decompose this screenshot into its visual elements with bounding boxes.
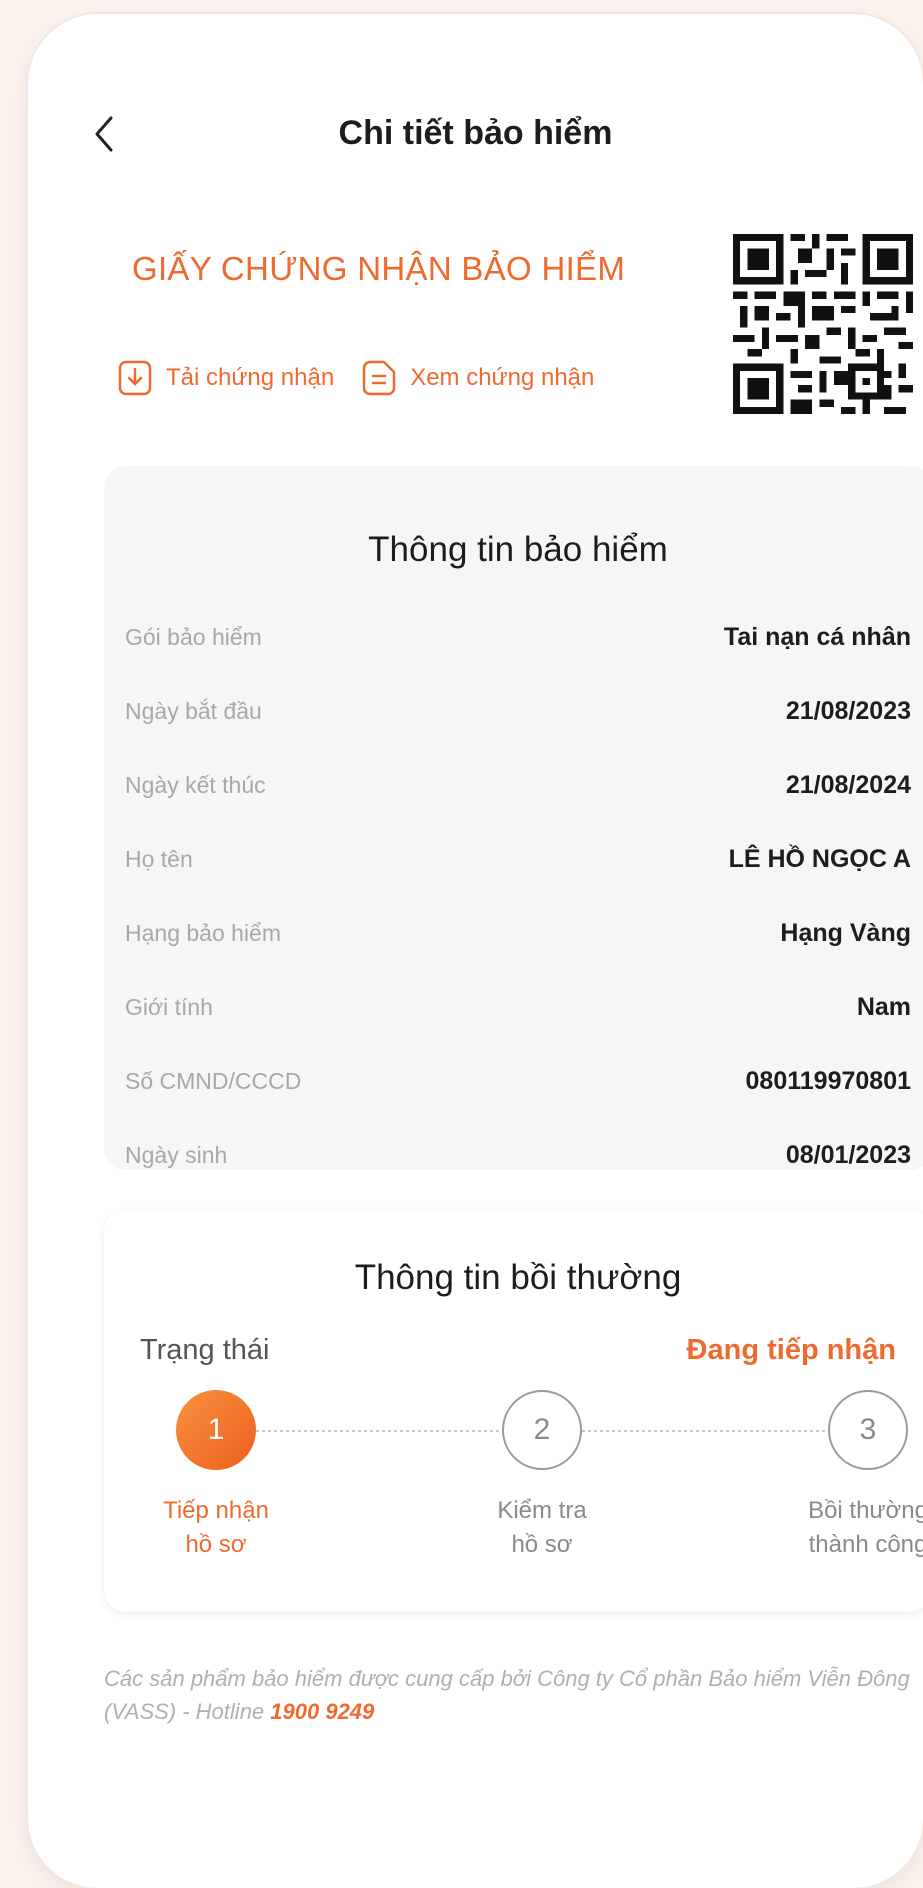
info-row-package: Gói bảo hiểm Tai nạn cá nhân [104, 600, 923, 674]
row-value: 08/01/2023 [785, 1140, 911, 1169]
download-certificate-button[interactable]: Tải chứng nhận [118, 360, 334, 396]
step-1-label-line1: Tiếp nhận [163, 1497, 269, 1524]
step-3-label: Bồi thường thành công [768, 1494, 923, 1562]
download-certificate-label: Tải chứng nhận [166, 364, 335, 391]
row-label: Họ tên [125, 845, 193, 872]
info-row-end-date: Ngày kết thúc 21/08/2024 [104, 748, 923, 822]
view-certificate-label: Xem chứng nhận [410, 364, 595, 391]
step-3-circle: 3 [828, 1390, 908, 1470]
row-label: Ngày kết thúc [125, 771, 266, 798]
info-row-tier: Hạng bảo hiểm Hạng Vàng [104, 896, 923, 970]
row-label: Số CMND/CCCD [125, 1067, 302, 1094]
page-title: Chi tiết bảo hiểm [338, 114, 613, 152]
document-icon [362, 360, 396, 396]
claim-info-card: Thông tin bồi thường Trạng thái Đang tiế… [104, 1210, 923, 1612]
claim-stepper: 1 2 3 Tiếp nhận hồ sơ Kiểm tra hồ sơ Bồi… [104, 1390, 923, 1590]
footer-text: Các sản phẩm bảo hiểm được cung cấp bởi … [104, 1666, 910, 1724]
certificate-title: GIẤY CHỨNG NHẬN BẢO HIỂM [132, 250, 626, 287]
row-label: Giới tính [125, 993, 213, 1020]
info-row-start-date: Ngày bắt đầu 21/08/2023 [104, 674, 923, 748]
row-label: Hạng bảo hiểm [125, 919, 281, 946]
row-value: 21/08/2024 [785, 770, 911, 799]
header: Chi tiết bảo hiểm [28, 94, 923, 174]
claim-status-value: Đang tiếp nhận [686, 1334, 896, 1366]
phone-screen: Chi tiết bảo hiểm GIẤY CHỨNG NHẬN BẢO HI… [28, 14, 923, 1888]
claim-status-row: Trạng thái Đang tiếp nhận [140, 1334, 896, 1367]
row-label: Ngày bắt đầu [125, 697, 262, 724]
row-label: Ngày sinh [125, 1141, 228, 1168]
qr-code-icon[interactable] [733, 234, 913, 414]
step-connector [582, 1430, 828, 1432]
row-value: 080119970801 [745, 1066, 911, 1095]
insurance-info-title: Thông tin bảo hiểm [368, 530, 668, 569]
row-value: LÊ HỒ NGỌC A [728, 844, 911, 873]
footer-disclaimer: Các sản phẩm bảo hiểm được cung cấp bởi … [104, 1662, 923, 1728]
info-row-full-name: Họ tên LÊ HỒ NGỌC A [104, 822, 923, 896]
claim-status-label: Trạng thái [140, 1334, 270, 1366]
step-1-label: Tiếp nhận hồ sơ [116, 1494, 316, 1562]
row-value: Hạng Vàng [780, 918, 911, 947]
step-2-label-line1: Kiểm tra [497, 1497, 587, 1524]
step-connector [256, 1430, 502, 1432]
info-row-birth-date: Ngày sinh 08/01/2023 [104, 1118, 923, 1192]
step-2-label-line2: hồ sơ [511, 1531, 573, 1558]
step-1-label-line2: hồ sơ [185, 1531, 247, 1558]
row-value: Nam [856, 992, 911, 1021]
step-2-circle: 2 [502, 1390, 582, 1470]
row-value: Tai nạn cá nhân [723, 622, 911, 651]
hotline-link[interactable]: 1900 9249 [270, 1699, 374, 1724]
certificate-actions: Tải chứng nhận Xem chứng nhận [118, 360, 594, 396]
info-row-gender: Giới tính Nam [104, 970, 923, 1044]
view-certificate-button[interactable]: Xem chứng nhận [362, 360, 594, 396]
info-row-id-number: Số CMND/CCCD 080119970801 [104, 1044, 923, 1118]
step-1-circle: 1 [176, 1390, 256, 1470]
step-2-label: Kiểm tra hồ sơ [442, 1494, 642, 1562]
claim-info-title: Thông tin bồi thường [354, 1258, 682, 1297]
row-label: Gói bảo hiểm [125, 623, 262, 650]
download-icon [118, 360, 152, 396]
insurance-info-card: Thông tin bảo hiểm Gói bảo hiểm Tai nạn … [104, 466, 923, 1170]
step-3-label-line2: thành công [808, 1531, 923, 1558]
row-value: 21/08/2023 [785, 696, 911, 725]
step-3-label-line1: Bồi thường [808, 1497, 923, 1524]
